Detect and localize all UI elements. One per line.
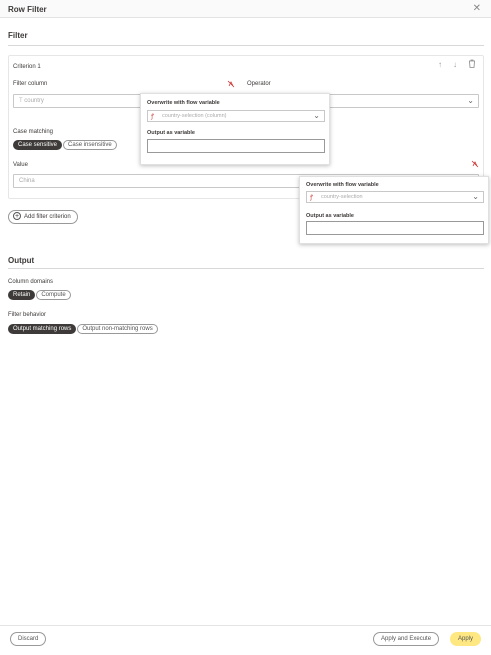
chevron-down-icon: ⌄ [313, 111, 320, 120]
output-variable-label: Output as variable [147, 130, 195, 136]
arrow-up-icon[interactable]: ↑ [438, 60, 442, 69]
title-bar: Row Filter ✕ [0, 0, 491, 18]
output-section-title: Output [8, 256, 35, 265]
footer: Discard Apply and Execute Apply [0, 625, 491, 655]
chevron-down-icon: ⌄ [472, 192, 479, 201]
chevron-down-icon: ⌄ [467, 96, 474, 105]
criterion-title: Criterion 1 [13, 64, 41, 70]
output-variable-input[interactable] [147, 139, 325, 153]
discard-button[interactable]: Discard [10, 632, 47, 646]
output-matching-rows-option[interactable]: Output matching rows [8, 324, 77, 334]
case-matching-label: Case matching [13, 129, 54, 135]
compute-option[interactable]: Compute [36, 290, 71, 300]
case-insensitive-option[interactable]: Case insensitive [63, 140, 117, 150]
overwrite-label: Overwrite with flow variable [306, 182, 379, 188]
case-matching-toggle: Case sensitive Case insensitive [13, 140, 118, 150]
column-domains-toggle: Retain Compute [8, 290, 72, 300]
output-variable-label: Output as variable [306, 213, 354, 219]
trash-icon[interactable] [468, 59, 476, 70]
window-title: Row Filter [8, 5, 47, 14]
divider [8, 268, 484, 269]
value-placeholder: China [19, 178, 35, 184]
close-icon[interactable]: ✕ [473, 3, 481, 14]
filter-column-value: country [24, 98, 44, 104]
retain-option[interactable]: Retain [8, 290, 36, 300]
flow-variable-icon: ꝭ [310, 195, 313, 201]
column-flow-variable-popover: Overwrite with flow variable ꝭ country-s… [140, 93, 330, 165]
filter-behavior-label: Filter behavior [8, 312, 47, 318]
output-non-matching-rows-option[interactable]: Output non-matching rows [77, 324, 158, 334]
filter-section-title: Filter [8, 31, 28, 40]
filter-column-label: Filter column [13, 81, 48, 87]
filter-column-select[interactable]: T country [13, 94, 143, 108]
value-flow-variable-popover: Overwrite with flow variable ꝭ country-s… [299, 176, 489, 244]
column-domains-label: Column domains [8, 279, 54, 285]
flow-variable-icon[interactable] [471, 160, 479, 170]
case-sensitive-option[interactable]: Case sensitive [13, 140, 63, 150]
flow-variable-select[interactable]: ꝭ country-selection ⌄ [306, 191, 484, 203]
value-label: Value [13, 162, 28, 168]
apply-button[interactable]: Apply [450, 632, 482, 646]
plus-circle-icon: + [13, 212, 21, 220]
flow-variable-select[interactable]: ꝭ country-selection (column) ⌄ [147, 110, 325, 122]
operator-select[interactable]: ⌄ [327, 94, 479, 108]
operator-label: Operator [247, 81, 271, 87]
flow-variable-icon: ꝭ [151, 114, 154, 120]
overwrite-label: Overwrite with flow variable [147, 100, 220, 106]
arrow-down-icon[interactable]: ↓ [453, 60, 457, 69]
apply-and-execute-button[interactable]: Apply and Execute [373, 632, 440, 646]
add-filter-criterion-label: Add filter criterion [24, 214, 71, 220]
output-variable-input[interactable] [306, 221, 484, 235]
filter-behavior-toggle: Output matching rows Output non-matching… [8, 324, 159, 334]
flow-variable-value: country-selection [321, 194, 363, 200]
flow-variable-value: country-selection (column) [162, 113, 227, 119]
flow-variable-icon[interactable] [227, 80, 235, 90]
divider [8, 45, 484, 46]
add-filter-criterion-button[interactable]: + Add filter criterion [8, 210, 78, 224]
